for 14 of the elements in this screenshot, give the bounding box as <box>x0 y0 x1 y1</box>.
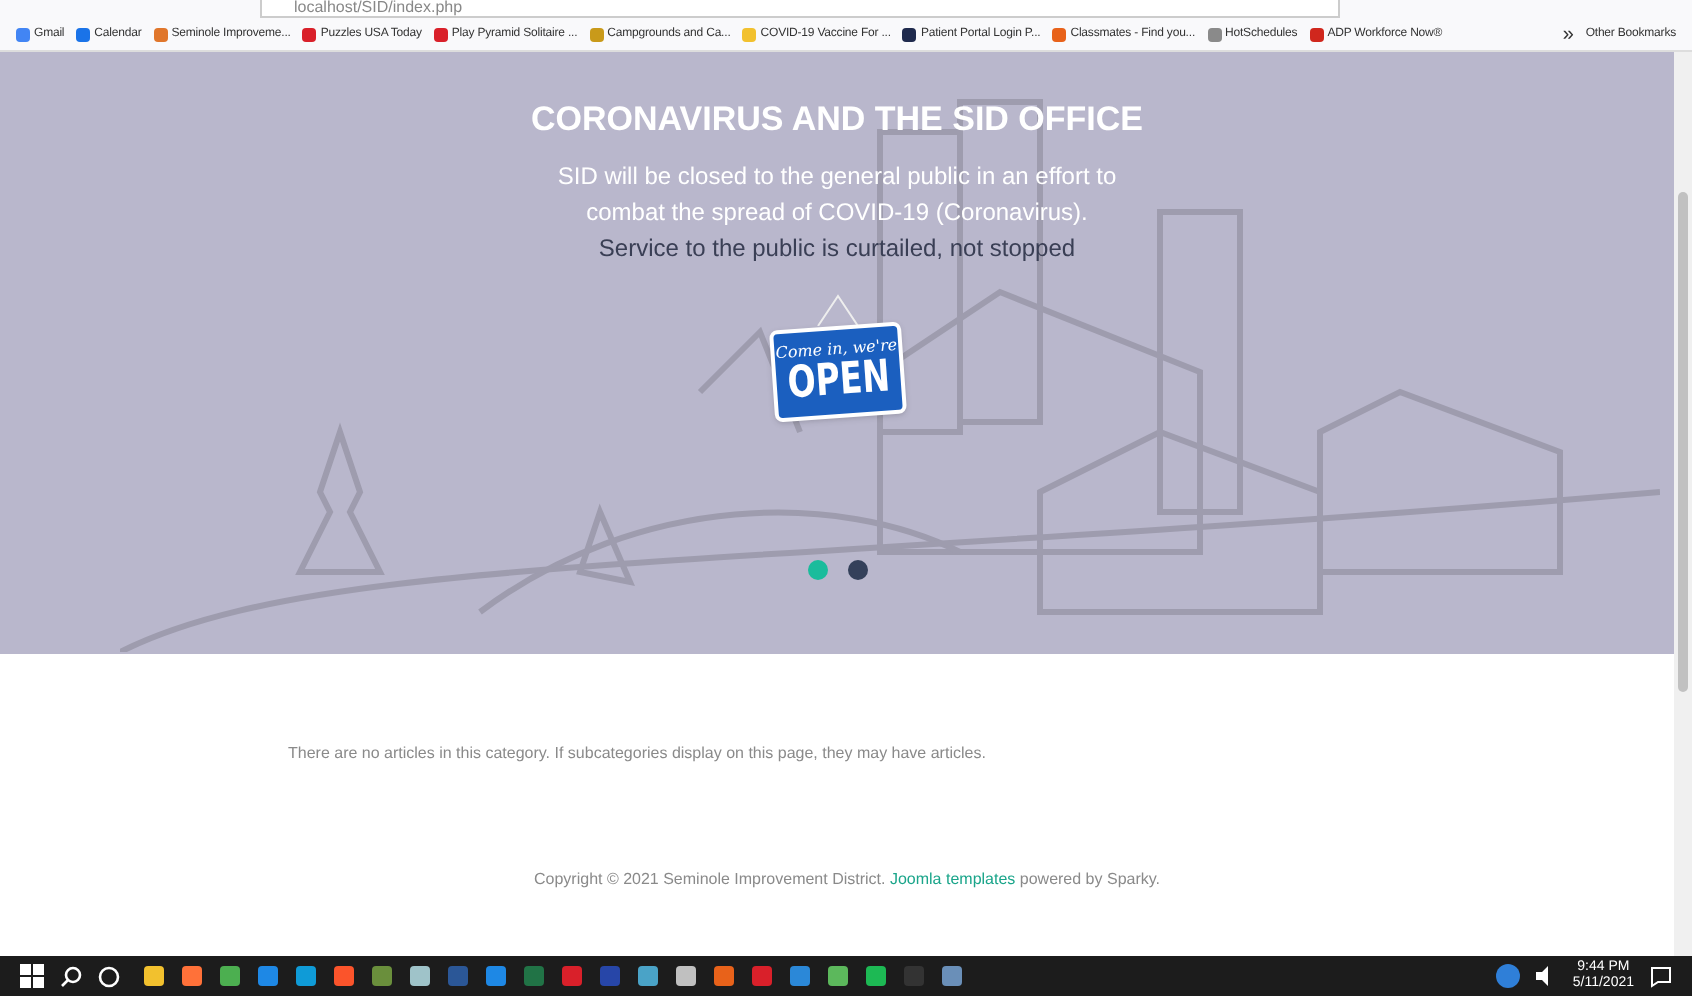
windows-logo-icon[interactable] <box>20 964 44 988</box>
notice-text: There are no articles in this category. If subcategories display on this page, they may have articles. <box>288 742 988 766</box>
search-icon[interactable] <box>60 965 82 987</box>
sign-script-text: Come in, we're <box>773 333 897 361</box>
notification-icon[interactable] <box>1650 965 1672 987</box>
hero-text: SID will be closed to the general public in an effort to combat the spread of COVID-19 (Coronavirus). <box>557 159 1117 229</box>
more-bookmarks-button[interactable]: » <box>1562 19 1574 49</box>
scrollbar[interactable] <box>1674 52 1692 956</box>
sign-string-icon <box>811 293 863 325</box>
circle-icon[interactable] <box>98 965 120 987</box>
address-field[interactable]: localhost/SID/index.php <box>260 0 1340 18</box>
copyright-text: Copyright © 2021 Seminole Improvement District. Joomla templates powered by Sparky. <box>534 868 1163 892</box>
hero-title: CORONAVIRUS AND THE SID OFFICE <box>530 98 1143 142</box>
hero-emphasis: Service to the public is curtailed, not stopped <box>598 231 1076 265</box>
